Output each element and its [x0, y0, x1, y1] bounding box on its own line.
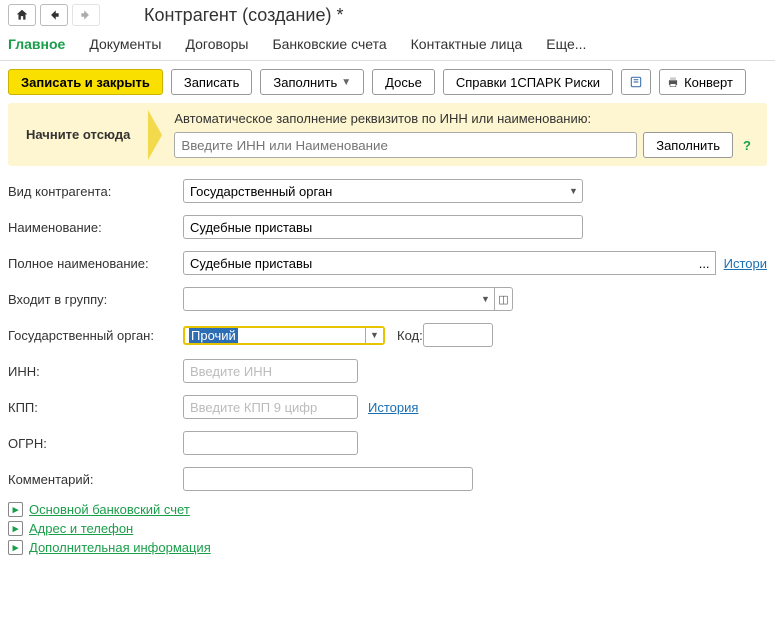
- spark-button[interactable]: Справки 1СПАРК Риски: [443, 69, 613, 95]
- gov-label: Государственный орган:: [8, 328, 183, 343]
- gov-field[interactable]: Прочий: [189, 328, 238, 343]
- arrow-left-icon: [47, 8, 61, 22]
- type-label: Вид контрагента:: [8, 184, 183, 199]
- convert-button[interactable]: Конверт: [659, 69, 746, 95]
- group-dropdown[interactable]: ▼: [477, 287, 495, 311]
- arrow-right-icon: [79, 8, 93, 22]
- attach-button[interactable]: [621, 69, 651, 95]
- expand-extra[interactable]: ▸: [8, 540, 23, 555]
- toolbar: Записать и закрыть Записать Заполнить▼ Д…: [0, 61, 775, 103]
- home-button[interactable]: [8, 4, 36, 26]
- tab-more[interactable]: Еще...: [546, 36, 586, 52]
- chevron-down-icon: ▼: [341, 77, 351, 88]
- tab-documents[interactable]: Документы: [89, 36, 161, 52]
- group-open[interactable]: ◫: [495, 287, 513, 311]
- kpp-field[interactable]: [183, 395, 358, 419]
- fullname-field[interactable]: [183, 251, 694, 275]
- kpp-history-link[interactable]: История: [368, 400, 418, 415]
- type-dropdown[interactable]: ▼: [565, 179, 583, 203]
- history-link[interactable]: Истори: [724, 256, 767, 271]
- start-here-label: Начните отсюда: [8, 103, 148, 166]
- home-icon: [15, 8, 29, 22]
- tab-contracts[interactable]: Договоры: [186, 36, 249, 52]
- inn-field[interactable]: [183, 359, 358, 383]
- tab-contacts[interactable]: Контактные лица: [411, 36, 523, 52]
- name-field[interactable]: [183, 215, 583, 239]
- fill-button[interactable]: Заполнить▼: [260, 69, 364, 95]
- attach-icon: [629, 75, 643, 89]
- autofill-input[interactable]: [174, 132, 637, 158]
- comment-field[interactable]: [183, 467, 473, 491]
- expand-address[interactable]: ▸: [8, 521, 23, 536]
- help-icon[interactable]: ?: [739, 138, 755, 153]
- gov-dropdown[interactable]: ▼: [365, 328, 383, 343]
- save-button[interactable]: Записать: [171, 69, 253, 95]
- gov-field-wrap: Прочий ▼: [183, 326, 385, 345]
- autofill-text: Автоматическое заполнение реквизитов по …: [174, 111, 755, 126]
- inn-label: ИНН:: [8, 364, 183, 379]
- comment-label: Комментарий:: [8, 472, 183, 487]
- fullname-label: Полное наименование:: [8, 256, 183, 271]
- ogrn-label: ОГРН:: [8, 436, 183, 451]
- page-title: Контрагент (создание) *: [144, 5, 343, 26]
- bank-link[interactable]: Основной банковский счет: [29, 502, 190, 517]
- extra-link[interactable]: Дополнительная информация: [29, 540, 211, 555]
- dossier-button[interactable]: Досье: [372, 69, 435, 95]
- arrow-right-icon: [148, 110, 162, 160]
- address-link[interactable]: Адрес и телефон: [29, 521, 133, 536]
- tab-bank[interactable]: Банковские счета: [272, 36, 386, 52]
- autofill-button[interactable]: Заполнить: [643, 132, 733, 158]
- expand-bank[interactable]: ▸: [8, 502, 23, 517]
- tab-main[interactable]: Главное: [8, 36, 65, 52]
- code-field[interactable]: [423, 323, 493, 347]
- group-field[interactable]: [183, 287, 477, 311]
- type-field[interactable]: [183, 179, 565, 203]
- fullname-open[interactable]: ...: [694, 251, 716, 275]
- printer-icon: [666, 75, 680, 89]
- start-here-box: Начните отсюда Автоматическое заполнение…: [8, 103, 767, 166]
- tabs: Главное Документы Договоры Банковские сч…: [0, 30, 775, 61]
- group-label: Входит в группу:: [8, 292, 183, 307]
- name-label: Наименование:: [8, 220, 183, 235]
- back-button[interactable]: [40, 4, 68, 26]
- ogrn-field[interactable]: [183, 431, 358, 455]
- save-close-button[interactable]: Записать и закрыть: [8, 69, 163, 95]
- kpp-label: КПП:: [8, 400, 183, 415]
- code-label: Код:: [397, 328, 423, 343]
- forward-button[interactable]: [72, 4, 100, 26]
